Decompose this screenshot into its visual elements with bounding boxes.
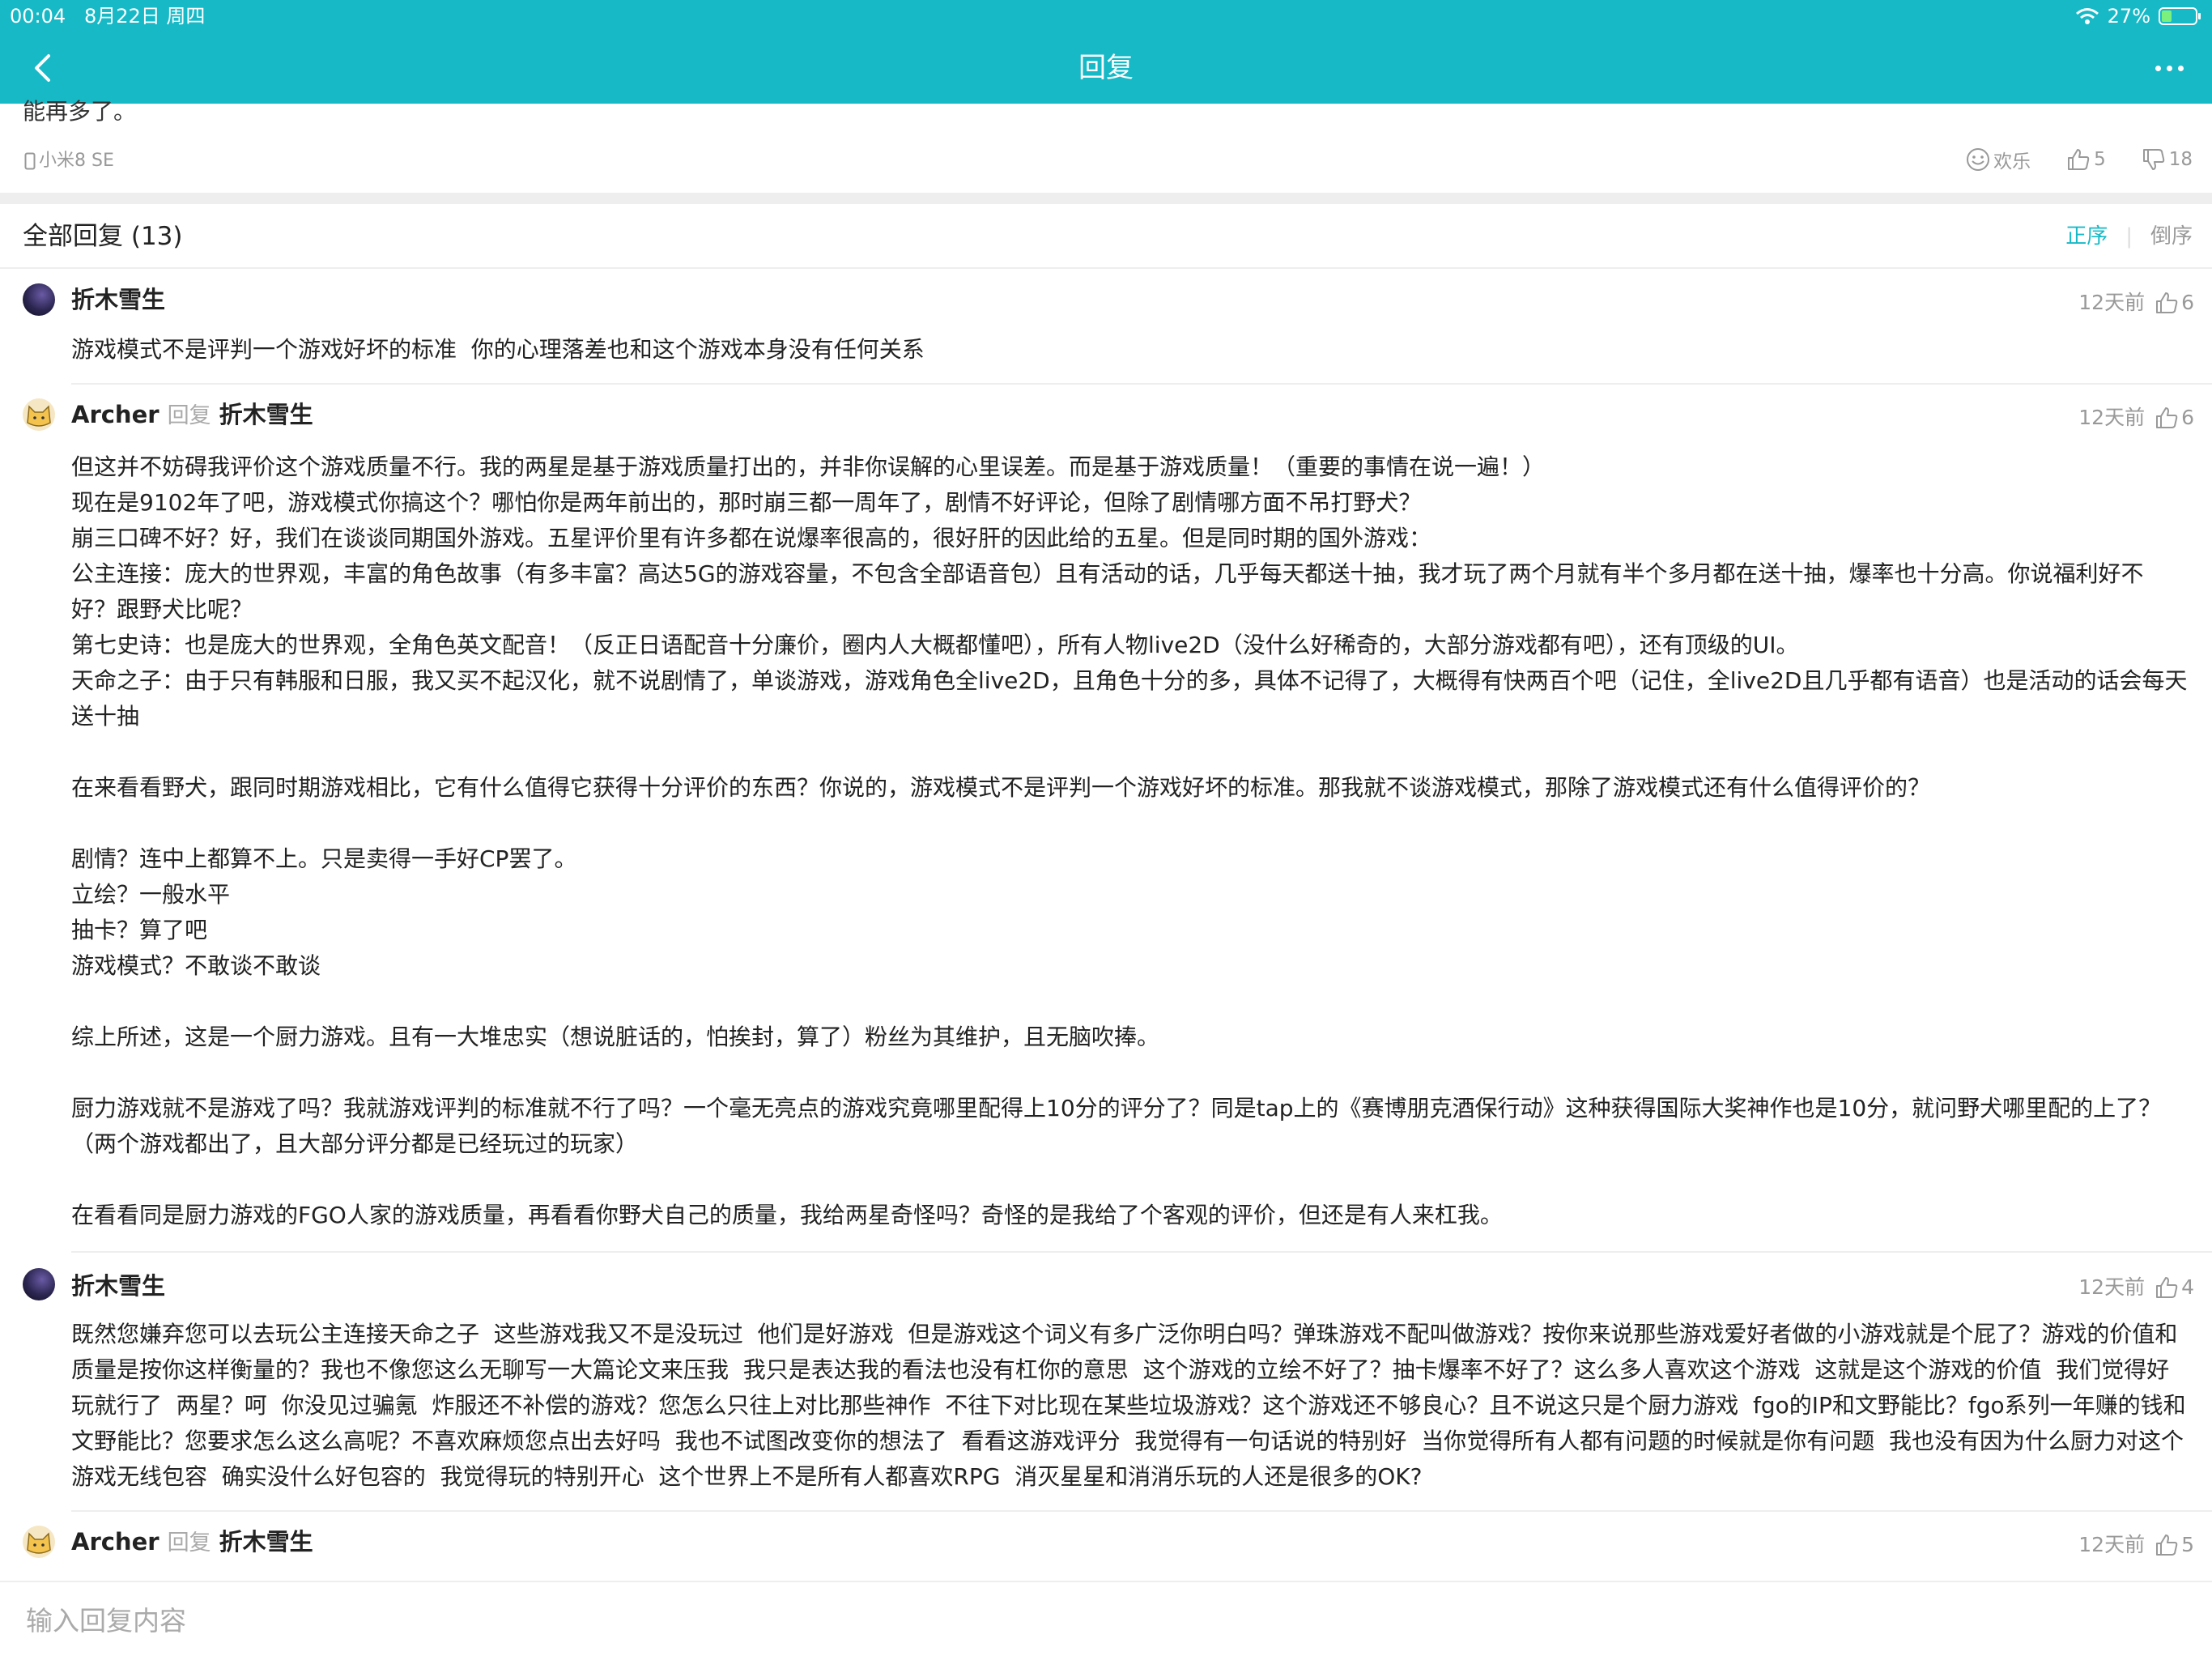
reply-meta: 12天前 5 <box>2078 1529 2194 1561</box>
thumbs-up-icon <box>2068 149 2090 170</box>
device-name: 小米8 SE <box>39 151 114 171</box>
reply-like-button[interactable]: 5 <box>2155 1529 2194 1561</box>
smiley-icon <box>1967 148 1990 171</box>
reply-like-count: 6 <box>2181 406 2194 429</box>
divider <box>71 383 2212 385</box>
divider <box>0 267 2212 269</box>
cat-avatar-icon <box>27 1532 51 1554</box>
post-dislike-count: 18 <box>2168 149 2193 170</box>
divider <box>71 1510 2212 1512</box>
post-like-count: 5 <box>2094 149 2106 170</box>
top-bar: 00:04 8月22日 周四 27% 回复 <box>0 0 2212 104</box>
reply-time: 12天前 <box>2078 1275 2146 1299</box>
username[interactable]: Archer <box>71 398 160 431</box>
mood-label: 欢乐 <box>1993 151 2031 172</box>
reply-text: 但这并不妨碍我评价这个游戏质量不行。我的两星是基于游戏质量打出的，并非你误解的心… <box>71 453 2188 1228</box>
reply-like-button[interactable]: 6 <box>2155 287 2194 319</box>
reply-meta: 12天前 6 <box>2078 402 2194 434</box>
section-separator <box>0 193 2212 204</box>
more-dot-icon <box>2166 65 2172 71</box>
reply-time: 12天前 <box>2078 1533 2146 1556</box>
avatar[interactable] <box>23 1526 55 1558</box>
reply-time: 12天前 <box>2078 406 2146 429</box>
username[interactable]: 折木雪生 <box>71 283 165 316</box>
reply-username: 折木雪生 <box>71 1270 165 1302</box>
sort-asc-button[interactable]: 正序 <box>2065 220 2108 253</box>
thumbs-down-icon <box>2142 149 2164 170</box>
reply-word: 回复 <box>167 403 211 428</box>
reply-like-button[interactable]: 6 <box>2155 402 2194 434</box>
reply-username: Archer 回复 折木雪生 <box>71 1526 313 1560</box>
reply-like-button[interactable]: 4 <box>2155 1271 2194 1304</box>
reply-meta: 12天前 4 <box>2078 1271 2194 1304</box>
page-title: 回复 <box>1078 52 1134 84</box>
reply-word: 回复 <box>167 1530 211 1556</box>
thumbs-up-icon <box>2156 1534 2178 1556</box>
reply-target-username[interactable]: 折木雪生 <box>219 398 313 431</box>
reply-like-count: 6 <box>2181 291 2194 314</box>
reply-like-count: 5 <box>2181 1533 2194 1556</box>
reply-target-username[interactable]: 折木雪生 <box>219 1526 313 1558</box>
reply-like-count: 4 <box>2181 1275 2194 1299</box>
avatar[interactable] <box>23 1268 55 1300</box>
sort-desc-button[interactable]: 倒序 <box>2150 220 2193 253</box>
avatar[interactable] <box>23 283 55 316</box>
wifi-icon <box>2075 8 2099 24</box>
avatar[interactable] <box>23 398 55 431</box>
status-date: 8月22日 周四 <box>84 5 206 28</box>
username[interactable]: Archer <box>71 1526 160 1558</box>
reply-input[interactable] <box>24 1587 2181 1654</box>
status-time: 00:04 <box>10 5 66 28</box>
more-dot-icon <box>2177 65 2184 71</box>
post-like-button[interactable]: 5 <box>2066 147 2106 172</box>
thumbs-up-icon <box>2156 292 2178 313</box>
sort-toggle: 正序 | 倒序 <box>2065 220 2193 253</box>
thumbs-up-icon <box>2156 1277 2178 1298</box>
reply-text: 既然您嫌弃您可以去玩公主连接天命之子 这些游戏我又不是没玩过 他们是好游戏 但是… <box>71 1321 2186 1490</box>
replies-section-title: 全部回复 (13) <box>23 222 183 251</box>
reply-time: 12天前 <box>2078 291 2146 314</box>
reply-username[interactable]: 折木雪生 <box>71 283 165 316</box>
thumbs-up-icon <box>2156 407 2178 428</box>
mood-button[interactable]: 欢乐 <box>1966 146 2031 173</box>
more-options-button[interactable] <box>2149 52 2189 84</box>
status-indicators: 27% <box>2075 3 2201 29</box>
reply-username: Archer 回复 折木雪生 <box>71 398 313 432</box>
reply-meta: 12天前 6 <box>2078 287 2194 319</box>
battery-icon <box>2159 7 2201 25</box>
sort-divider: | <box>2125 224 2133 249</box>
username[interactable]: 折木雪生 <box>71 1270 165 1302</box>
divider <box>71 1251 2212 1253</box>
reply-text: 游戏模式不是评判一个游戏好坏的标准 你的心理落差也和这个游戏本身没有任何关系 <box>71 336 925 363</box>
post-actions: 欢乐 5 18 <box>1966 146 2193 173</box>
post-device: 小米8 SE <box>24 147 114 175</box>
post-text-clipped: 能再多了。 <box>23 98 137 125</box>
more-dot-icon <box>2155 65 2161 71</box>
phone-icon <box>24 152 36 170</box>
post-dislike-button[interactable]: 18 <box>2142 147 2193 172</box>
cat-avatar-icon <box>27 405 51 427</box>
battery-percent: 27% <box>2107 5 2150 28</box>
